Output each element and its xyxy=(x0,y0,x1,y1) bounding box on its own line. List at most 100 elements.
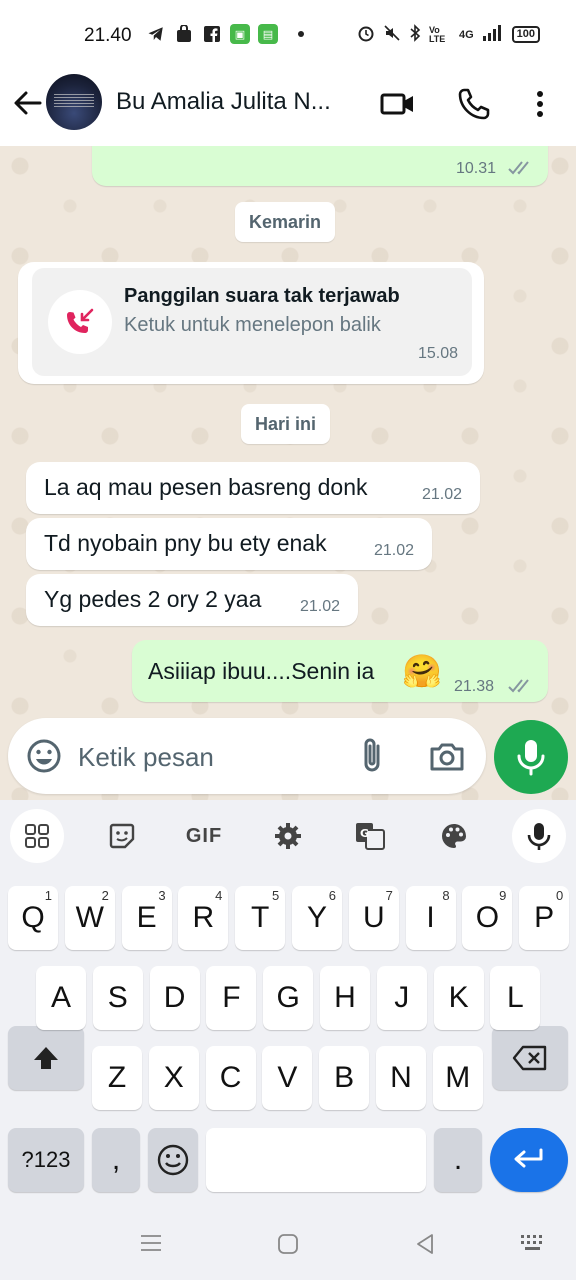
keyboard-hide-icon[interactable] xyxy=(520,1234,546,1252)
key-w[interactable]: W2 xyxy=(64,886,115,950)
app-notification-icon: ▣ xyxy=(230,24,250,44)
telegram-icon xyxy=(146,24,166,44)
symbols-key[interactable]: ?123 xyxy=(8,1128,84,1192)
key-m[interactable]: M xyxy=(432,1046,483,1110)
enter-arrow-icon xyxy=(514,1148,543,1168)
outgoing-message-bubble[interactable]: Asiiiap ibuu....Senin ia 🤗 21.38 xyxy=(132,640,548,702)
gif-button[interactable]: GIF xyxy=(180,812,228,860)
message-time: 21.02 xyxy=(300,598,341,615)
key-x[interactable]: X xyxy=(148,1046,199,1110)
key-label: H xyxy=(334,981,356,1014)
key-d[interactable]: D xyxy=(149,966,200,1030)
keyboard-toolbar: GIF G xyxy=(0,800,576,874)
message-input-bar: Ketik pesan xyxy=(8,718,486,794)
emoji-key[interactable] xyxy=(148,1128,198,1192)
incoming-message-bubble[interactable]: La aq mau pesen basreng donk 21.02 xyxy=(26,462,480,514)
translate-icon[interactable]: G xyxy=(346,812,394,860)
key-number-hint: 1 xyxy=(44,888,52,903)
key-g[interactable]: G xyxy=(263,966,314,1030)
key-f[interactable]: F xyxy=(206,966,257,1030)
key-label: R xyxy=(192,901,215,934)
key-label: Q xyxy=(21,901,45,934)
incoming-message-bubble[interactable]: Yg pedes 2 ory 2 yaa 21.02 xyxy=(26,574,358,626)
voice-message-button[interactable] xyxy=(494,720,568,794)
more-options-icon[interactable] xyxy=(522,86,558,122)
back-arrow-icon[interactable] xyxy=(12,88,42,118)
key-z[interactable]: Z xyxy=(92,1046,142,1110)
status-time: 21.40 xyxy=(84,25,132,46)
key-label: K xyxy=(448,981,469,1014)
key-q[interactable]: Q1 xyxy=(8,886,58,950)
key-r[interactable]: R4 xyxy=(178,886,229,950)
space-key[interactable] xyxy=(206,1128,426,1192)
key-c[interactable]: C xyxy=(205,1046,256,1110)
key-label: W xyxy=(75,901,104,934)
key-label: S xyxy=(107,981,128,1014)
key-label: P xyxy=(534,901,555,934)
key-label: D xyxy=(163,981,186,1014)
message-text: Asiiiap ibuu....Senin ia xyxy=(148,658,375,684)
contact-name[interactable]: Bu Amalia Julita N... xyxy=(116,88,331,116)
attach-icon[interactable] xyxy=(356,736,390,776)
key-v[interactable]: V xyxy=(262,1046,313,1110)
key-s[interactable]: S xyxy=(92,966,143,1030)
key-number-hint: 9 xyxy=(499,888,507,903)
sticker-icon[interactable] xyxy=(98,812,146,860)
voice-call-icon[interactable] xyxy=(456,86,492,122)
key-l[interactable]: L xyxy=(490,966,541,1030)
settings-gear-icon[interactable] xyxy=(264,812,312,860)
enter-key[interactable] xyxy=(490,1128,568,1192)
key-label: T xyxy=(251,901,270,934)
period-key[interactable]: . xyxy=(434,1128,482,1192)
key-label: X xyxy=(163,1061,184,1094)
key-e[interactable]: E3 xyxy=(121,886,172,950)
key-i[interactable]: I8 xyxy=(405,886,456,950)
back-nav-icon[interactable] xyxy=(414,1233,436,1255)
key-number-hint: 3 xyxy=(158,888,166,903)
contact-avatar[interactable] xyxy=(46,74,102,130)
hugging-face-emoji: 🤗 xyxy=(402,653,442,689)
apps-grid-icon[interactable] xyxy=(10,809,64,863)
shop-bag-icon xyxy=(174,24,194,44)
facebook-icon xyxy=(202,24,222,44)
date-separator-today: Hari ini xyxy=(241,404,331,444)
emoji-icon[interactable] xyxy=(24,736,64,776)
shift-key[interactable] xyxy=(8,1026,84,1090)
key-k[interactable]: K xyxy=(433,966,484,1030)
home-icon[interactable] xyxy=(278,1234,298,1254)
key-number-hint: 4 xyxy=(215,888,223,903)
key-o[interactable]: O9 xyxy=(462,886,513,950)
message-input[interactable]: Ketik pesan xyxy=(78,742,214,773)
comma-key[interactable]: , xyxy=(92,1128,140,1192)
theme-palette-icon[interactable] xyxy=(430,812,478,860)
read-ticks-icon xyxy=(508,679,529,693)
key-label: F xyxy=(222,981,241,1014)
message-text: Yg pedes 2 ory 2 yaa xyxy=(44,586,262,612)
incoming-message-bubble[interactable]: Td nyobain pny bu ety enak 21.02 xyxy=(26,518,432,570)
key-label: N xyxy=(390,1061,412,1094)
key-label: I xyxy=(426,901,435,934)
notification-icons: ▣ ▤ xyxy=(146,24,304,44)
key-t[interactable]: T5 xyxy=(235,886,286,950)
camera-icon[interactable] xyxy=(428,738,466,774)
key-p[interactable]: P0 xyxy=(519,886,570,950)
chat-area[interactable]: 10.31 Kemarin Panggilan suara tak terjaw… xyxy=(0,146,576,800)
outgoing-message-bubble[interactable]: 10.31 xyxy=(92,146,548,186)
signal-icon xyxy=(482,25,504,44)
key-a[interactable]: A xyxy=(36,966,86,1030)
key-n[interactable]: N xyxy=(376,1046,426,1110)
video-call-icon[interactable] xyxy=(380,86,416,122)
backspace-key[interactable] xyxy=(492,1026,568,1090)
volte-icon: Vo LTE xyxy=(428,24,446,44)
status-bar: 21.40 ▣ ▤ Vo LTE 4G 100 xyxy=(0,0,576,70)
key-h[interactable]: H xyxy=(320,966,370,1030)
key-b[interactable]: B xyxy=(319,1046,370,1110)
voice-typing-mic-icon[interactable] xyxy=(512,809,566,863)
key-number-hint: 6 xyxy=(328,888,336,903)
key-u[interactable]: U7 xyxy=(348,886,399,950)
key-number-hint: 7 xyxy=(385,888,393,903)
message-text: Td nyobain pny bu ety enak xyxy=(44,530,327,556)
key-y[interactable]: Y6 xyxy=(292,886,342,950)
recent-apps-icon[interactable] xyxy=(140,1232,162,1254)
key-j[interactable]: J xyxy=(376,966,427,1030)
